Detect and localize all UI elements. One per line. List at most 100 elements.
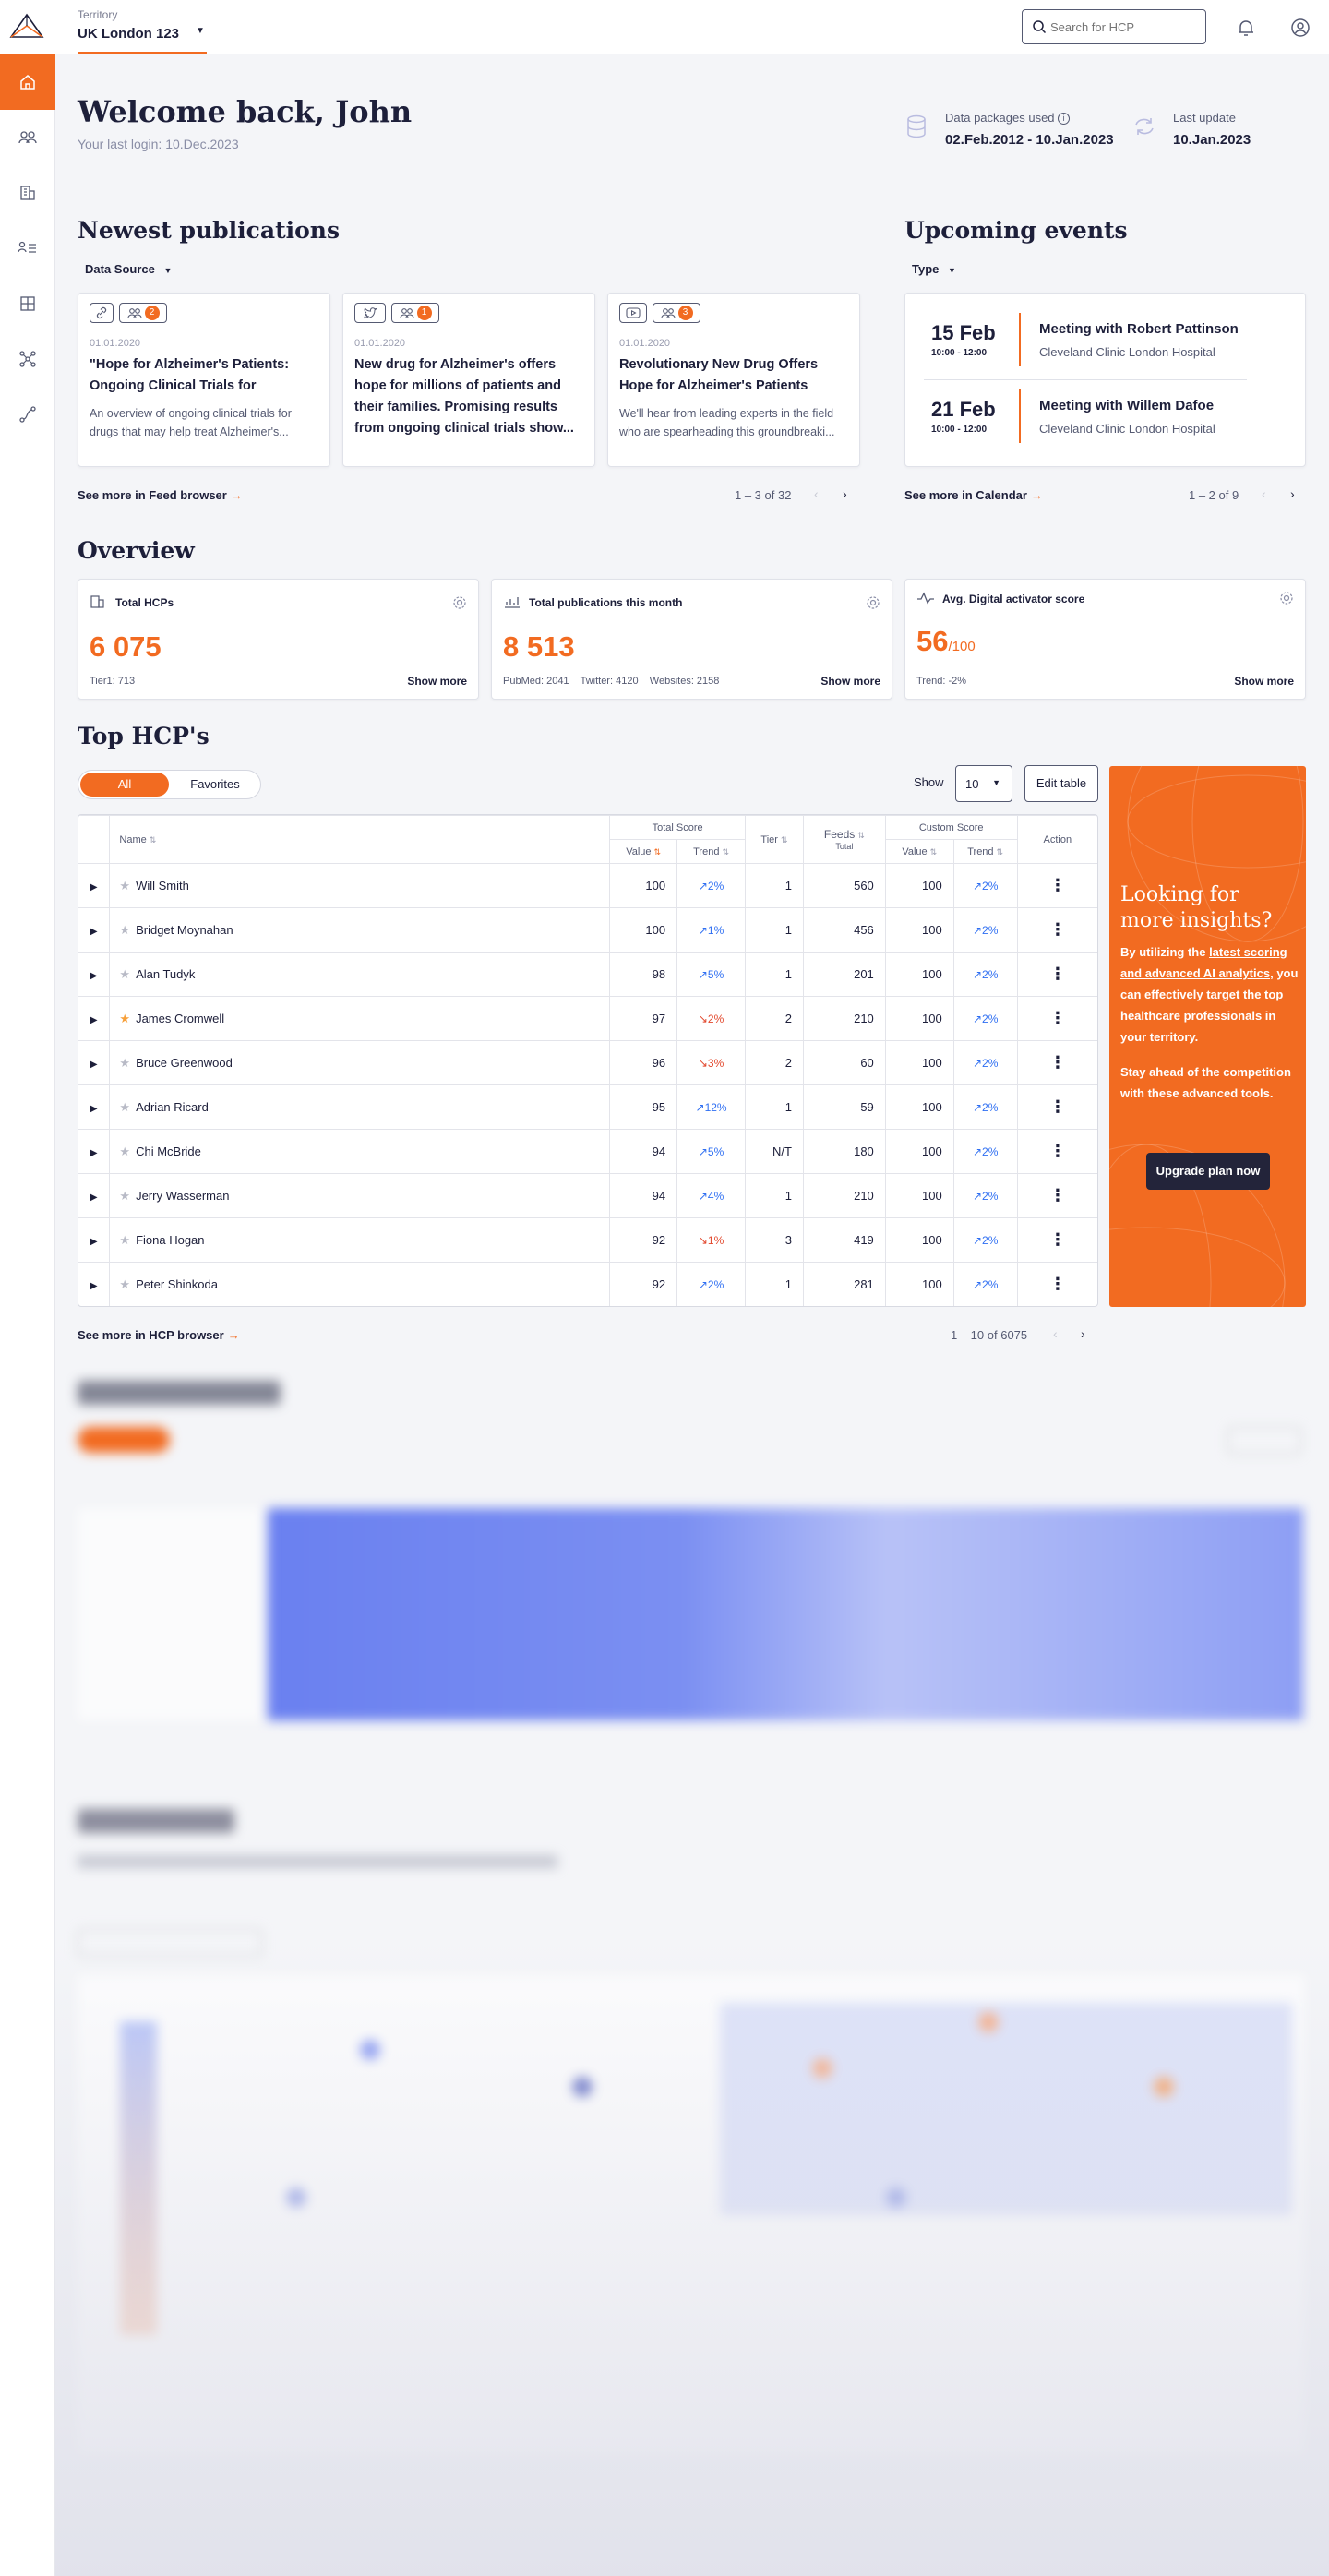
table-row[interactable]: ▶ ★ Peter Shinkoda 92 ↗2% 1 281 100 ↗2% ⋮	[78, 1262, 1097, 1306]
territory-selector[interactable]: Territory UK London 123 ▼	[78, 6, 207, 54]
next-page-button[interactable]: ›	[843, 486, 847, 501]
favorite-star-icon[interactable]: ★	[119, 1100, 130, 1114]
name-column-header[interactable]: Name ⇅	[109, 815, 611, 864]
hcp-name[interactable]: Jerry Wasserman	[136, 1189, 229, 1203]
type-dropdown[interactable]: Type ▼	[912, 262, 956, 276]
publications-title: Newest publications	[78, 217, 341, 244]
bell-icon[interactable]	[1235, 17, 1257, 39]
custom-trend-header[interactable]: Trend ⇅	[952, 839, 1018, 864]
expand-row-button[interactable]: ▶	[78, 863, 110, 908]
favorite-star-icon[interactable]: ★	[119, 923, 130, 937]
table-row[interactable]: ▶ ★ Alan Tudyk 98 ↗5% 1 201 100 ↗2% ⋮	[78, 952, 1097, 997]
table-row[interactable]: ▶ ★ Chi McBride 94 ↗5% N/T 180 100 ↗2% ⋮	[78, 1129, 1097, 1174]
favorite-star-icon[interactable]: ★	[119, 1012, 130, 1025]
total-trend-header[interactable]: Trend ⇅	[676, 839, 746, 864]
favorite-star-icon[interactable]: ★	[119, 967, 130, 981]
expand-row-button[interactable]: ▶	[78, 1084, 110, 1130]
search-box[interactable]	[1022, 9, 1206, 44]
row-action-menu[interactable]: ⋮	[1016, 996, 1097, 1041]
gear-icon[interactable]	[452, 595, 467, 610]
page-size-select[interactable]: 10 ▼	[955, 765, 1012, 802]
tier-column-header[interactable]: Tier ⇅	[745, 815, 804, 864]
row-action-menu[interactable]: ⋮	[1016, 863, 1097, 908]
total-score-value: 100	[609, 907, 677, 953]
table-row[interactable]: ▶ ★ Adrian Ricard 95 ↗12% 1 59 100 ↗2% ⋮	[78, 1084, 1097, 1130]
next-page-button[interactable]: ›	[1081, 1326, 1085, 1341]
favorite-star-icon[interactable]: ★	[119, 1144, 130, 1158]
total-value-header[interactable]: Value ⇅	[609, 839, 678, 864]
gear-icon[interactable]	[866, 595, 880, 610]
tab-all[interactable]: All	[80, 773, 169, 797]
show-more-link[interactable]: Show more	[1234, 675, 1294, 688]
expand-row-button[interactable]: ▶	[78, 1040, 110, 1085]
sidebar-item-journey[interactable]	[0, 387, 55, 442]
edit-table-button[interactable]: Edit table	[1024, 765, 1098, 802]
table-row[interactable]: ▶ ★ James Cromwell 97 ↘2% 2 210 100 ↗2% ⋮	[78, 996, 1097, 1041]
hcp-browser-link[interactable]: See more in HCP browser →	[78, 1328, 240, 1342]
upgrade-plan-button[interactable]: Upgrade plan now	[1146, 1153, 1270, 1190]
row-action-menu[interactable]: ⋮	[1016, 1084, 1097, 1130]
sidebar-item-segments[interactable]	[0, 221, 55, 276]
expand-row-button[interactable]: ▶	[78, 1262, 110, 1306]
row-action-menu[interactable]: ⋮	[1016, 907, 1097, 953]
row-action-menu[interactable]: ⋮	[1016, 1217, 1097, 1263]
hcp-name[interactable]: Alan Tudyk	[136, 967, 195, 981]
expand-row-button[interactable]: ▶	[78, 1173, 110, 1218]
hcp-name[interactable]: Peter Shinkoda	[136, 1277, 218, 1291]
hcp-name[interactable]: James Cromwell	[136, 1012, 224, 1025]
more-vertical-icon: ⋮	[1048, 876, 1066, 894]
row-action-menu[interactable]: ⋮	[1016, 952, 1097, 997]
calendar-link[interactable]: See more in Calendar →	[904, 488, 1043, 502]
expand-row-button[interactable]: ▶	[78, 907, 110, 953]
hcp-name[interactable]: Bruce Greenwood	[136, 1056, 233, 1070]
table-row[interactable]: ▶ ★ Bruce Greenwood 96 ↘3% 2 60 100 ↗2% ⋮	[78, 1040, 1097, 1085]
favorite-star-icon[interactable]: ★	[119, 1277, 130, 1291]
table-row[interactable]: ▶ ★ Fiona Hogan 92 ↘1% 3 419 100 ↗2% ⋮	[78, 1217, 1097, 1263]
favorite-star-icon[interactable]: ★	[119, 1189, 130, 1203]
gear-icon[interactable]	[1279, 591, 1294, 605]
expand-row-button[interactable]: ▶	[78, 1129, 110, 1174]
expand-row-button[interactable]: ▶	[78, 1217, 110, 1263]
app-logo[interactable]	[7, 11, 46, 41]
row-action-menu[interactable]: ⋮	[1016, 1129, 1097, 1174]
row-action-menu[interactable]: ⋮	[1016, 1173, 1097, 1218]
feeds-column-header[interactable]: Feeds ⇅ Total	[802, 815, 886, 864]
prev-page-button[interactable]: ‹	[1262, 486, 1266, 501]
favorite-star-icon[interactable]: ★	[119, 1056, 130, 1070]
show-more-link[interactable]: Show more	[407, 675, 467, 688]
table-row[interactable]: ▶ ★ Will Smith 100 ↗2% 1 560 100 ↗2% ⋮	[78, 863, 1097, 908]
hcp-name[interactable]: Will Smith	[136, 879, 189, 893]
custom-value-header[interactable]: Value ⇅	[884, 839, 954, 864]
favorite-star-icon[interactable]: ★	[119, 879, 130, 893]
sidebar-item-grid[interactable]	[0, 276, 55, 331]
show-more-link[interactable]: Show more	[820, 675, 880, 688]
feed-browser-link[interactable]: See more in Feed browser →	[78, 488, 243, 502]
sidebar-item-network[interactable]	[0, 331, 55, 387]
expand-row-button[interactable]: ▶	[78, 952, 110, 997]
expand-row-button[interactable]: ▶	[78, 996, 110, 1041]
publication-card[interactable]: 1 01.01.2020 New drug for Alzheimer's of…	[342, 293, 595, 467]
prev-page-button[interactable]: ‹	[814, 486, 819, 501]
info-icon[interactable]: i	[1058, 113, 1071, 126]
hcp-name[interactable]: Fiona Hogan	[136, 1233, 204, 1247]
custom-score-trend: ↗2%	[952, 1262, 1018, 1306]
table-row[interactable]: ▶ ★ Jerry Wasserman 94 ↗4% 1 210 100 ↗2% ⋮	[78, 1173, 1097, 1218]
hcp-name[interactable]: Bridget Moynahan	[136, 923, 233, 937]
row-action-menu[interactable]: ⋮	[1016, 1262, 1097, 1306]
search-input[interactable]	[1050, 18, 1198, 36]
hcp-name[interactable]: Adrian Ricard	[136, 1100, 209, 1114]
sidebar-item-home[interactable]	[0, 54, 55, 110]
next-page-button[interactable]: ›	[1290, 486, 1295, 501]
tab-favorites[interactable]: Favorites	[171, 773, 259, 797]
hcp-name[interactable]: Chi McBride	[136, 1144, 201, 1158]
publication-card[interactable]: 3 01.01.2020 Revolutionary New Drug Offe…	[607, 293, 860, 467]
data-source-dropdown[interactable]: Data Source ▼	[85, 262, 172, 276]
user-account-icon[interactable]	[1289, 17, 1311, 39]
prev-page-button[interactable]: ‹	[1053, 1326, 1058, 1341]
table-row[interactable]: ▶ ★ Bridget Moynahan 100 ↗1% 1 456 100 ↗2% ⋮	[78, 907, 1097, 953]
sidebar-item-institutions[interactable]	[0, 165, 55, 221]
publication-card[interactable]: 2 01.01.2020 "Hope for Alzheimer's Patie…	[78, 293, 330, 467]
sidebar-item-hcps[interactable]	[0, 110, 55, 165]
favorite-star-icon[interactable]: ★	[119, 1233, 130, 1247]
row-action-menu[interactable]: ⋮	[1016, 1040, 1097, 1085]
